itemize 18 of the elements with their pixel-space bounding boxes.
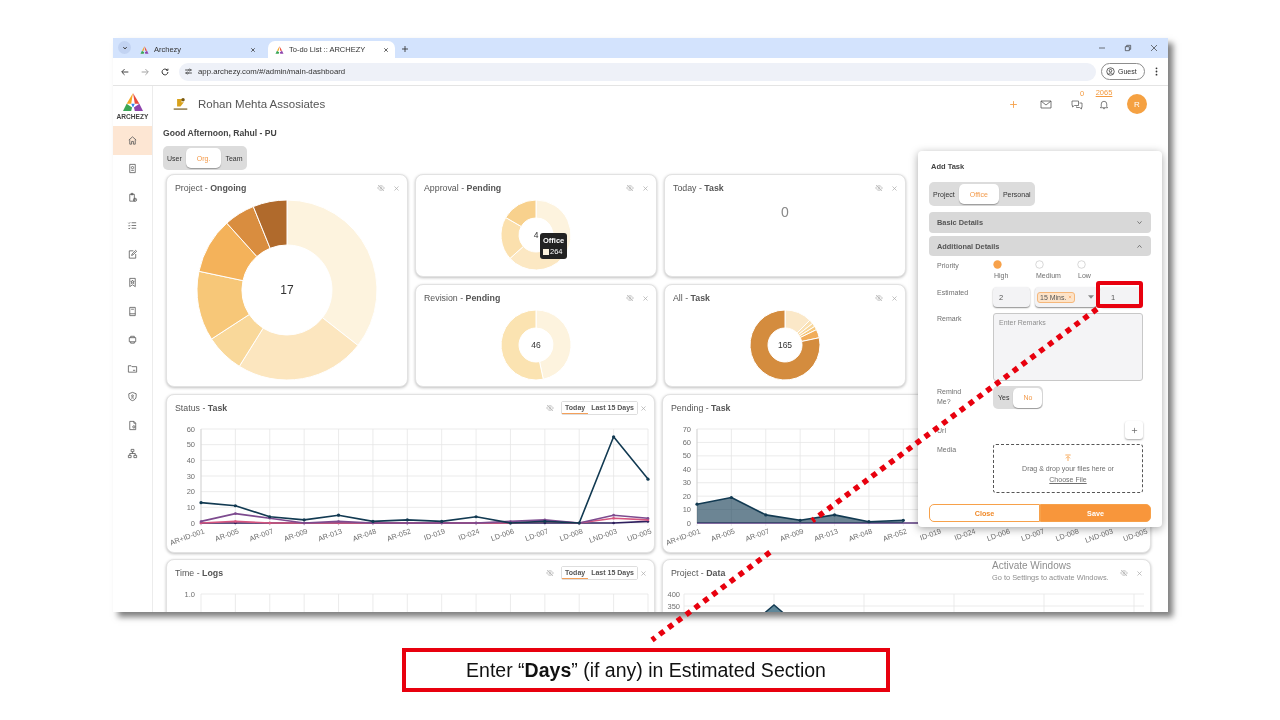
card-title: Status - Task — [175, 403, 228, 413]
card-title: Today - Task — [673, 183, 724, 193]
donut-total: 17 — [280, 283, 294, 297]
greeting: Good Afternoon, Rahul - PU — [163, 128, 278, 139]
card-title: All - Task — [673, 293, 710, 303]
donut-total: 46 — [531, 340, 541, 350]
callout: Enter “Days” (if any) in Estimated Section — [402, 648, 890, 692]
card-title: Approval - Pending — [424, 183, 502, 193]
donut-total: 165 — [777, 340, 793, 350]
activation-notice-title: Activate Windows — [992, 560, 1072, 572]
company-name: Rohan Mehta Assosiates — [198, 98, 326, 110]
card-title: Pending - Task — [671, 403, 731, 413]
card-title: Project - Ongoing — [175, 183, 247, 193]
card-title: Revision - Pending — [424, 293, 501, 303]
task-count: 0 — [781, 204, 789, 220]
donut-total: 4 — [533, 230, 539, 240]
card-title: Time - Logs — [175, 568, 224, 578]
card-title: Project - Data — [671, 568, 726, 578]
